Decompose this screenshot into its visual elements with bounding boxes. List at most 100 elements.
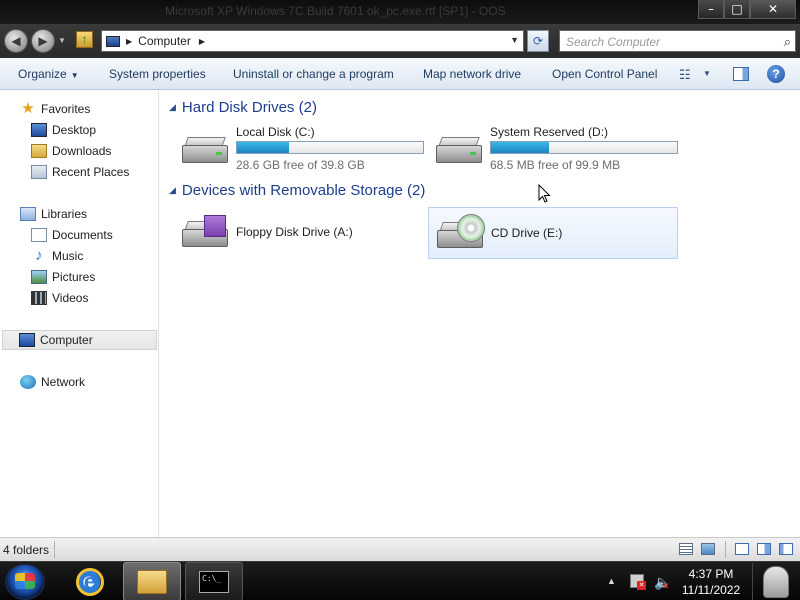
up-folder-icon[interactable]: ↑ [76,31,93,48]
nav-recent-places[interactable]: Recent Places [31,162,129,182]
drive-system-reserved-d[interactable]: System Reserved (D:) 68.5 MB free of 99.… [428,123,678,175]
nav-favorites-label: Favorites [41,102,91,116]
refresh-button[interactable]: ⟳ [527,30,549,52]
address-bar[interactable]: ▶ Computer ▶ ▼ [101,30,524,52]
group-header-hard-disks[interactable]: ◢ Hard Disk Drives (2) [169,99,317,116]
breadcrumb-computer[interactable]: Computer [138,34,191,48]
nav-music[interactable]: ♪ Music [31,246,83,266]
show-desktop-button[interactable] [752,563,798,600]
system-clock[interactable]: 4:37 PM 11/11/2022 [676,566,746,598]
close-button[interactable]: ✕ [750,0,796,19]
forward-arrow-icon: ▶ [38,34,48,48]
drive-floppy-a[interactable]: Floppy Disk Drive (A:) [174,207,424,259]
open-control-panel-button[interactable]: Open Control Panel [552,67,657,81]
map-network-drive-button[interactable]: Map network drive [423,67,521,81]
breadcrumb-chevron-icon[interactable]: ▶ [199,37,205,46]
minimize-button[interactable]: – [698,0,724,19]
collapse-triangle-icon[interactable]: ◢ [169,102,176,113]
forward-button[interactable]: ▶ [31,29,55,53]
user-avatar-icon [762,565,789,598]
refresh-icon: ⟳ [532,34,544,48]
change-view-icon[interactable]: ☷ [679,67,691,83]
drive-usage-bar [236,141,424,154]
breadcrumb-separator-icon[interactable]: ▶ [126,37,132,46]
large-icons-view-icon[interactable] [701,543,715,555]
status-divider [54,541,55,558]
nav-documents[interactable]: Documents [31,225,113,245]
show-hidden-icons-icon[interactable]: ▲ [607,576,616,586]
back-button[interactable]: ◀ [4,29,28,53]
hard-disk-header-label: Hard Disk Drives (2) [181,99,317,116]
nav-desktop-label: Desktop [52,123,97,137]
collapse-triangle-icon[interactable]: ◢ [169,185,176,196]
nav-downloads-label: Downloads [52,144,112,158]
search-icon[interactable]: ⌕ [784,34,791,50]
drive-name: System Reserved (D:) [490,125,609,139]
removable-header-label: Devices with Removable Storage (2) [181,182,426,199]
folder-icon [137,569,167,594]
navigation-pane: ★ Favorites Desktop Downloads Recent Pla… [0,91,159,537]
window-controls: – □ ✕ [698,0,796,19]
network-globe-icon [20,375,36,389]
address-dropdown-icon[interactable]: ▼ [510,35,519,45]
hard-disk-icon [182,137,228,163]
drive-name: Floppy Disk Drive (A:) [236,225,353,239]
search-input[interactable]: Search Computer ⌕ [559,30,796,52]
content-pane: ◢ Hard Disk Drives (2) Local Disk (C:) 2… [160,91,800,537]
layout-nav-pane-icon[interactable] [779,543,793,555]
nav-network-label: Network [41,375,86,389]
recent-pages-dropdown-icon[interactable]: ▼ [58,36,66,45]
maximize-button[interactable]: □ [724,0,750,19]
volume-muted-icon: ✕ [662,581,670,591]
status-divider [725,541,726,558]
nav-videos-label: Videos [52,291,89,305]
status-item-count: 4 folders [3,543,50,557]
drive-name: CD Drive (E:) [491,226,563,240]
drive-usage-bar [490,141,678,154]
search-placeholder: Search Computer [566,35,661,49]
drive-cd-e[interactable]: CD Drive (E:) [428,207,678,259]
taskbar-windows-explorer[interactable] [123,562,181,600]
drive-free-space: 28.6 GB free of 39.8 GB [236,158,365,172]
cd-drive-icon [437,214,485,248]
group-header-removable-storage[interactable]: ◢ Devices with Removable Storage (2) [169,182,425,199]
organize-label: Organize [18,67,67,81]
nav-favorites[interactable]: ★ Favorites [20,99,90,119]
views-dropdown-icon[interactable]: ▼ [703,69,711,78]
nav-network[interactable]: Network [20,372,85,392]
layout-preview-pane-icon[interactable] [757,543,771,555]
nav-desktop[interactable]: Desktop [31,120,96,140]
taskbar-internet-explorer[interactable]: e [61,562,119,600]
floppy-drive-icon [182,215,228,247]
clock-date: 11/11/2022 [681,583,741,597]
help-icon[interactable]: ? [767,65,785,83]
nav-recent-places-label: Recent Places [52,165,130,179]
nav-downloads[interactable]: Downloads [31,141,111,161]
organize-button[interactable]: Organize ▼ [18,67,79,81]
network-error-icon: ✕ [637,581,646,590]
system-properties-button[interactable]: System properties [109,67,206,81]
taskbar-command-prompt[interactable]: C:\_ [185,562,243,600]
drive-name: Local Disk (C:) [236,125,315,139]
nav-libraries[interactable]: Libraries [20,204,87,224]
nav-pictures-label: Pictures [52,270,96,284]
documents-icon [31,228,47,242]
uninstall-program-button[interactable]: Uninstall or change a program [233,67,394,81]
computer-icon [19,333,35,347]
explorer-window: Microsoft XP Windows 7C Build 7601 ok_pc… [0,0,800,561]
drive-usage-fill [491,142,549,153]
title-bar[interactable]: Microsoft XP Windows 7C Build 7601 ok_pc… [0,0,800,24]
details-view-icon[interactable] [679,543,693,555]
back-arrow-icon: ◀ [11,34,21,48]
clock-time: 4:37 PM [688,567,734,581]
nav-computer[interactable]: Computer [2,330,157,350]
preview-pane-icon[interactable] [733,67,749,81]
layout-single-pane-icon[interactable] [735,543,749,555]
nav-videos[interactable]: Videos [31,288,88,308]
desktop-icon [31,123,47,137]
drive-local-disk-c[interactable]: Local Disk (C:) 28.6 GB free of 39.8 GB [174,123,424,175]
nav-pictures[interactable]: Pictures [31,267,95,287]
star-icon: ★ [21,100,35,117]
nav-libraries-label: Libraries [41,207,88,221]
recent-places-icon [31,165,47,179]
